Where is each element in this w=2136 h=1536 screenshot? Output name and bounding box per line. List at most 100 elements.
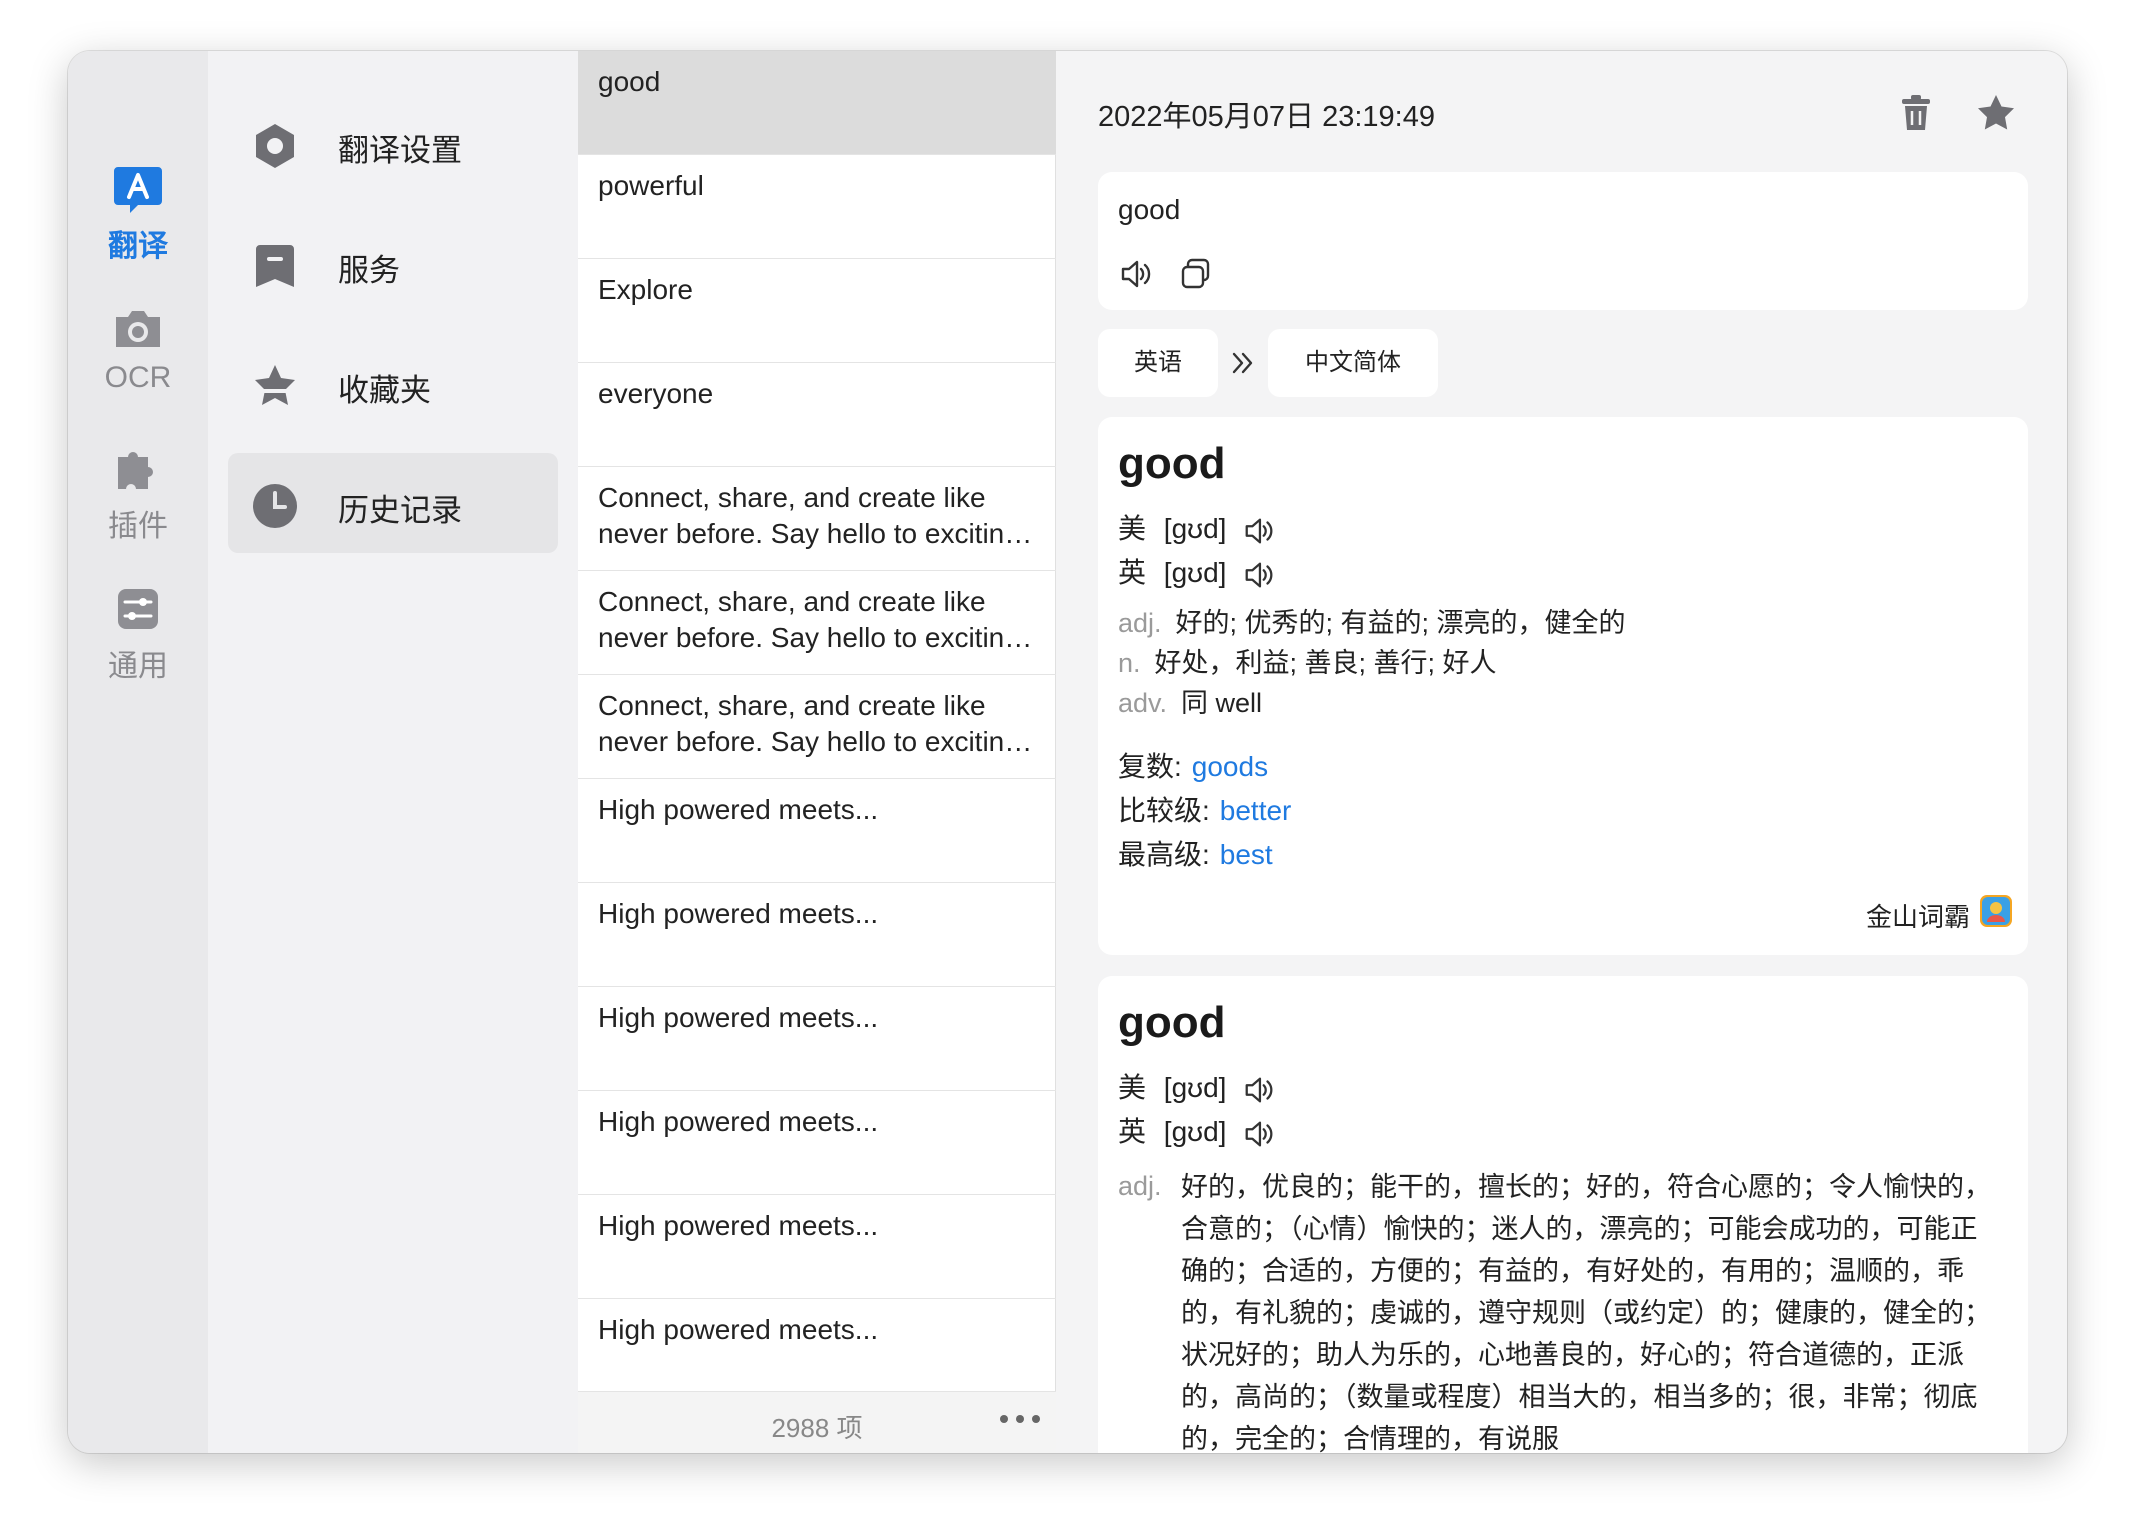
definition-line: adv. 同 well xyxy=(1118,683,1262,723)
sliders-icon xyxy=(110,581,166,637)
rail-label: 通用 xyxy=(108,650,168,683)
history-row-text: High powered meets... xyxy=(598,1002,879,1033)
rail-label: 插件 xyxy=(108,510,168,543)
form-link[interactable]: best xyxy=(1220,839,1273,870)
definition-line: n. 好处，利益; 善良; 善行; 好人 xyxy=(1118,643,1497,683)
service-icon xyxy=(250,241,300,291)
source-text: good xyxy=(1118,194,1181,225)
detail-pane: 2022年05月07日 23:19:49 good 英语 中文简体 good 美… xyxy=(1056,51,2067,1453)
phonetic-text: [ɡʊd] xyxy=(1163,513,1227,544)
long-definition: 好的，优良的；能干的，擅长的；好的，符合心愿的；令人愉快的，合意的；（心情）愉快… xyxy=(1181,1172,1991,1453)
menu-label: 历史记录 xyxy=(338,493,462,528)
speaker-icon[interactable] xyxy=(1242,1117,1276,1151)
result-card-second: good 美 [ɡʊd] 英 [ɡʊd] adj. 好的，优良的；能干的，擅长的… xyxy=(1098,976,2028,1453)
history-row[interactable]: High powered meets... xyxy=(578,779,1056,883)
menu-item-favorites[interactable]: 收藏夹 xyxy=(228,333,558,433)
copy-icon[interactable] xyxy=(1178,256,1214,292)
history-row[interactable]: Explore xyxy=(578,259,1056,363)
app-window: 翻译 OCR 插件 通用 翻译设置 服务 收藏夹 历史记录 good power… xyxy=(68,51,2067,1453)
history-row[interactable]: powerful xyxy=(578,155,1056,259)
history-row-text: Connect, share, and create like never be… xyxy=(598,482,1020,549)
puzzle-icon xyxy=(110,441,166,497)
form-label: 比较级: xyxy=(1118,795,1210,826)
form-link[interactable]: better xyxy=(1220,795,1292,826)
menu-item-services[interactable]: 服务 xyxy=(228,213,558,313)
definition-line: adj. 好的; 优秀的; 有益的; 漂亮的，健全的 xyxy=(1118,603,1626,643)
settings-ring-icon xyxy=(250,121,300,171)
rail-item-general[interactable]: 通用 xyxy=(68,581,208,685)
history-count: 2988 项 xyxy=(771,1413,863,1443)
rail-item-plugins[interactable]: 插件 xyxy=(68,441,208,545)
timestamp: 2022年05月07日 23:19:49 xyxy=(1098,101,1435,133)
target-language-button[interactable]: 中文简体 xyxy=(1268,329,1438,397)
definition-text: 好处，利益; 善良; 善行; 好人 xyxy=(1154,648,1497,678)
history-row[interactable]: High powered meets... xyxy=(578,1299,1056,1403)
history-footer: 2988 项 xyxy=(578,1391,1056,1453)
menu-label: 翻译设置 xyxy=(338,133,462,168)
primary-sidebar: 翻译 OCR 插件 通用 xyxy=(68,51,208,1453)
clock-icon xyxy=(250,481,300,531)
history-row-text: powerful xyxy=(598,170,704,201)
history-row[interactable]: High powered meets... xyxy=(578,987,1056,1091)
history-row-text: Connect, share, and create like never be… xyxy=(598,690,1020,757)
history-row[interactable]: High powered meets... xyxy=(578,1091,1056,1195)
history-row[interactable]: High powered meets... xyxy=(578,883,1056,987)
translate-icon xyxy=(110,161,166,217)
form-link[interactable]: goods xyxy=(1192,751,1268,782)
iciba-logo-icon xyxy=(1980,895,2012,927)
phonetic-text: [ɡʊd] xyxy=(1163,1072,1227,1103)
headword: good xyxy=(1118,439,1226,488)
definition-text: 同 well xyxy=(1181,688,1263,718)
history-row-text: good xyxy=(598,66,661,97)
history-row-text: Connect, share, and create like never be… xyxy=(598,586,1020,653)
star-badge-icon xyxy=(250,361,300,411)
phonetic-label: 英 xyxy=(1118,1116,1147,1147)
part-of-speech: adj. xyxy=(1118,608,1162,638)
phonetic-label: 美 xyxy=(1118,513,1147,544)
rail-item-ocr[interactable]: OCR xyxy=(68,301,208,395)
history-row[interactable]: Connect, share, and create like never be… xyxy=(578,467,1056,571)
speaker-icon[interactable] xyxy=(1118,256,1154,292)
history-row[interactable]: everyone xyxy=(578,363,1056,467)
speaker-icon[interactable] xyxy=(1242,514,1276,548)
star-icon[interactable] xyxy=(1974,91,2018,135)
history-row-text: everyone xyxy=(598,378,714,409)
more-options-icon[interactable] xyxy=(996,1404,1044,1434)
rail-label: 翻译 xyxy=(108,230,168,263)
menu-item-translate-settings[interactable]: 翻译设置 xyxy=(228,93,558,193)
menu-item-history[interactable]: 历史记录 xyxy=(228,453,558,553)
double-chevron-icon xyxy=(1228,348,1258,378)
part-of-speech: adj. xyxy=(1118,1166,1176,1206)
source-language-button[interactable]: 英语 xyxy=(1098,329,1218,397)
definition-text: 好的; 优秀的; 有益的; 漂亮的，健全的 xyxy=(1175,608,1626,638)
uk-phonetic: 英 [ɡʊd] xyxy=(1118,1110,1276,1151)
history-row-text: Explore xyxy=(598,274,693,305)
phonetic-label: 美 xyxy=(1118,1072,1147,1103)
rail-item-translate[interactable]: 翻译 xyxy=(68,161,208,265)
word-form-superlative: 最高级: best xyxy=(1118,833,1273,873)
uk-phonetic: 英 [ɡʊd] xyxy=(1118,551,1276,592)
history-row[interactable]: good xyxy=(578,51,1056,155)
phonetic-text: [ɡʊd] xyxy=(1163,1116,1227,1147)
history-row[interactable]: Connect, share, and create like never be… xyxy=(578,571,1056,675)
camera-icon xyxy=(110,301,166,357)
part-of-speech: n. xyxy=(1118,648,1141,678)
history-row-text: High powered meets... xyxy=(598,1314,879,1345)
form-label: 复数: xyxy=(1118,751,1182,782)
phonetic-label: 英 xyxy=(1118,557,1147,588)
us-phonetic: 美 [ɡʊd] xyxy=(1118,1066,1276,1107)
source-card: good xyxy=(1098,172,2028,310)
phonetic-text: [ɡʊd] xyxy=(1163,557,1227,588)
result-card-iciba: good 美 [ɡʊd] 英 [ɡʊd] adj. 好的; 优秀的; 有益的; 漂… xyxy=(1098,417,2028,955)
headword: good xyxy=(1118,998,1226,1047)
rail-label: OCR xyxy=(104,361,172,394)
word-form-plural: 复数: goods xyxy=(1118,745,1268,785)
trash-icon[interactable] xyxy=(1894,91,1938,135)
history-row[interactable]: Connect, share, and create like never be… xyxy=(578,675,1056,779)
speaker-icon[interactable] xyxy=(1242,1073,1276,1107)
speaker-icon[interactable] xyxy=(1242,558,1276,592)
history-row-text: High powered meets... xyxy=(598,1210,879,1241)
history-row[interactable]: High powered meets... xyxy=(578,1195,1056,1299)
settings-menu: 翻译设置 服务 收藏夹 历史记录 xyxy=(208,51,578,1453)
history-list: good powerful Explore everyone Connect, … xyxy=(578,51,1056,1453)
